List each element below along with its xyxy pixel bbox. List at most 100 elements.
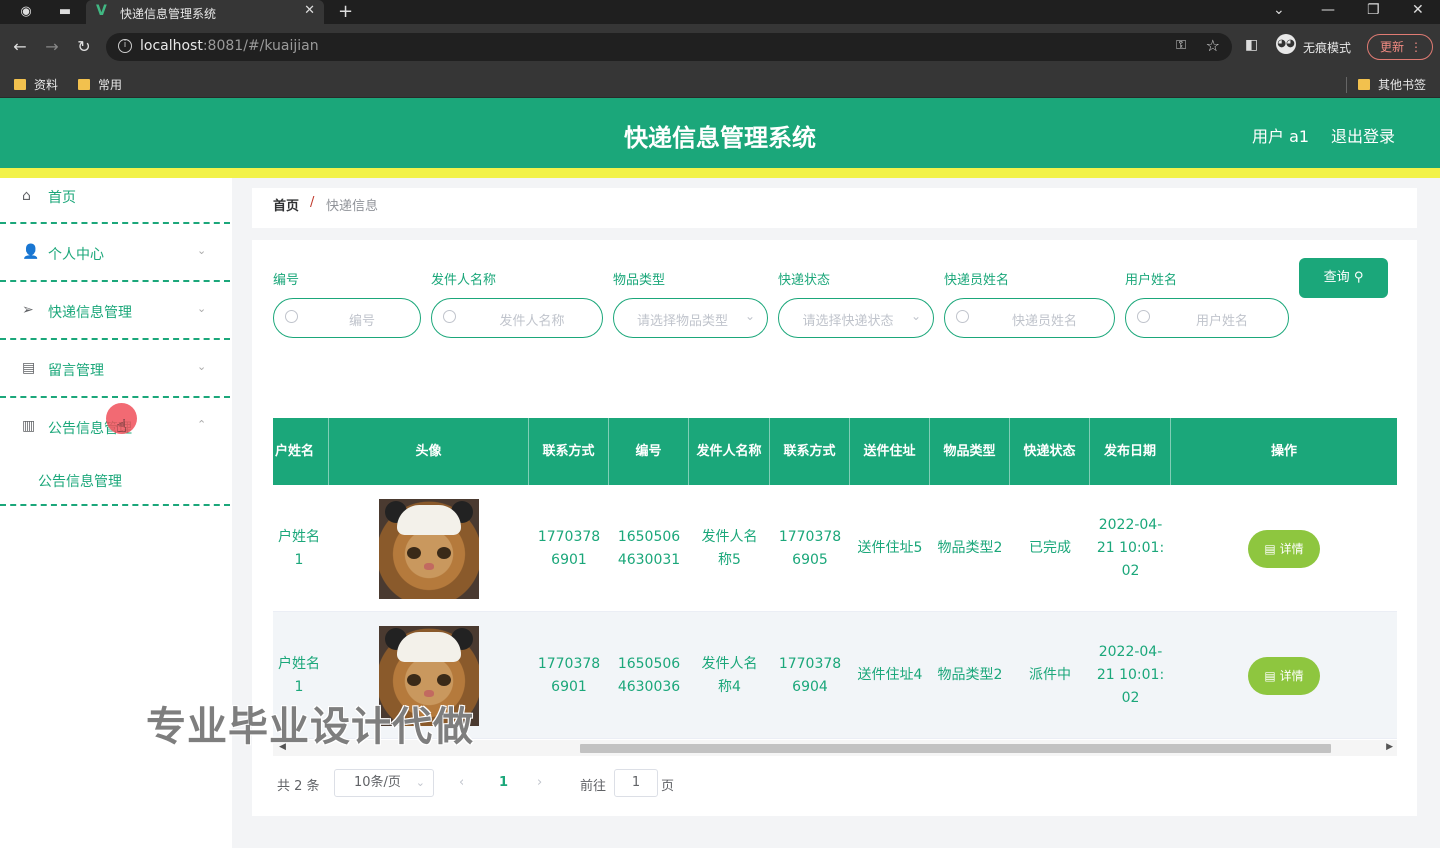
- reload-icon[interactable]: ↻: [74, 37, 94, 56]
- cell-avatar: [329, 485, 529, 612]
- sidebar-item-label: 快递信息管理: [48, 305, 132, 321]
- pagination-total: 共 2 条: [277, 779, 320, 794]
- page-number[interactable]: 1: [499, 775, 508, 790]
- folder-icon: [1358, 79, 1370, 90]
- cell-item-type: 物品类型2: [937, 540, 1003, 556]
- header-code[interactable]: 编号: [609, 418, 689, 485]
- logout-link[interactable]: 退出登录: [1331, 123, 1395, 147]
- system-title: 快递信息管理系统: [624, 124, 816, 152]
- bookmarks-bar: 资料 常用 其他书签: [0, 70, 1440, 98]
- next-page-icon[interactable]: ›: [537, 775, 542, 790]
- breadcrumb-home[interactable]: 首页: [273, 195, 299, 214]
- more-menu-icon: ⋮: [1410, 40, 1422, 54]
- code-input[interactable]: 编号: [273, 298, 421, 338]
- breadcrumb: 首页 / 快递信息: [252, 188, 1417, 228]
- cell-actions: ▤ 详情: [1171, 485, 1397, 612]
- bookmark-folder-other[interactable]: 其他书签: [1358, 76, 1426, 93]
- forward-icon[interactable]: →: [42, 37, 62, 56]
- chevron-down-icon: ⌄: [197, 360, 207, 373]
- sidebar-item-label: 首页: [48, 190, 76, 206]
- cell-phone: 17703786901: [537, 655, 601, 695]
- header-accent-bar: [0, 168, 1440, 178]
- tab-close-icon[interactable]: ✕: [304, 3, 315, 18]
- header-avatar[interactable]: 头像: [329, 418, 529, 485]
- prev-page-icon[interactable]: ‹: [459, 775, 464, 790]
- hand-cursor-icon: ☝: [116, 416, 127, 437]
- browser-tab[interactable]: V 快递信息管理系统 ✕: [86, 0, 324, 24]
- tab-list-chevron-icon[interactable]: ⌄: [1273, 2, 1285, 18]
- sender-placeholder: 发件人名称: [499, 314, 565, 329]
- status-placeholder: 请选择快递状态: [802, 314, 894, 329]
- scroll-right-icon[interactable]: ▶: [1386, 742, 1393, 752]
- detail-button[interactable]: ▤ 详情: [1248, 529, 1320, 568]
- current-user: 用户 a1: [1252, 127, 1310, 146]
- header-item-type[interactable]: 物品类型: [930, 418, 1010, 485]
- courier-placeholder: 快递员姓名: [1011, 314, 1077, 329]
- header-user-name[interactable]: 户姓名: [273, 418, 329, 485]
- breadcrumb-current: 快递信息: [326, 199, 379, 214]
- chevron-down-icon: ⌄: [415, 776, 425, 789]
- tab-search-icon[interactable]: ▬: [57, 4, 73, 20]
- detail-button[interactable]: ▤ 详情: [1248, 656, 1320, 695]
- scrollbar-thumb[interactable]: [580, 744, 1331, 753]
- sidebar-item-label: 留言管理: [48, 363, 104, 379]
- goto-page-input[interactable]: 1: [614, 769, 658, 797]
- tab-title: 快递信息管理系统: [120, 7, 217, 21]
- sidebar-item-message-management[interactable]: ▤ 留言管理 ⌄: [0, 340, 230, 398]
- close-window-icon[interactable]: ✕: [1412, 2, 1424, 18]
- filter-label-code: 编号: [273, 273, 300, 288]
- courier-input[interactable]: 快递员姓名: [944, 298, 1115, 338]
- chevron-down-icon: ⌄: [910, 309, 921, 323]
- page-size-select[interactable]: 10条/页 ⌄: [334, 769, 434, 797]
- chevron-down-icon: ⌄: [197, 244, 207, 257]
- filter-label-item-type: 物品类型: [613, 273, 666, 288]
- table-row: 户姓名1 17703786901 16505064630031 发件人名称5 1…: [273, 485, 1397, 612]
- cell-code: 16505064630031: [617, 528, 681, 568]
- incognito-icon[interactable]: ◕◕: [1276, 34, 1296, 54]
- item-type-select[interactable]: 请选择物品类型 ⌄: [613, 298, 768, 338]
- status-select[interactable]: 请选择快递状态 ⌄: [778, 298, 934, 338]
- cell-status: 派件中: [1029, 667, 1071, 683]
- home-icon: ⌂: [22, 188, 31, 204]
- password-key-icon[interactable]: ⚿: [1176, 38, 1186, 53]
- bookmark-star-icon[interactable]: ☆: [1206, 36, 1220, 55]
- sender-input[interactable]: 发件人名称: [431, 298, 603, 338]
- cell-sender: 发件人名称4: [701, 655, 758, 695]
- restore-icon[interactable]: ❐: [1367, 2, 1380, 18]
- site-info-icon[interactable]: i: [118, 39, 132, 53]
- query-button[interactable]: 查询 ⚲: [1299, 258, 1388, 298]
- update-button[interactable]: 更新 ⋮: [1367, 34, 1433, 60]
- browser-menu-icon[interactable]: ◉: [18, 4, 34, 20]
- cell-user-name: 户姓名1: [278, 528, 320, 568]
- header-date[interactable]: 发布日期: [1090, 418, 1171, 485]
- search-icon: ⚲: [1353, 270, 1364, 285]
- sidebar-toggle-icon[interactable]: ◧: [1245, 37, 1258, 53]
- cell-phone: 17703786901: [537, 528, 601, 568]
- bookmark-divider: [1346, 77, 1347, 93]
- cell-sender: 发件人名称5: [701, 528, 758, 568]
- sidebar-item-express-management[interactable]: ➢ 快递信息管理 ⌄: [0, 282, 230, 340]
- url-field[interactable]: i localhost:8081/#/kuaijian ⚿ ☆: [106, 33, 1232, 61]
- chevron-down-icon: ⌄: [197, 302, 207, 315]
- filter-label-sender: 发件人名称: [431, 273, 497, 288]
- submenu-notice-management[interactable]: 公告信息管理: [38, 471, 122, 491]
- bookmark-folder-resources[interactable]: 资料: [14, 76, 58, 93]
- header-sender-phone[interactable]: 联系方式: [770, 418, 850, 485]
- header-phone[interactable]: 联系方式: [529, 418, 609, 485]
- header-sender[interactable]: 发件人名称: [689, 418, 770, 485]
- filter-label-user: 用户姓名: [1125, 273, 1178, 288]
- back-icon[interactable]: ←: [10, 37, 30, 56]
- goto-label: 前往: [580, 779, 607, 794]
- new-tab-icon[interactable]: +: [338, 1, 353, 22]
- bookmark-folder-common[interactable]: 常用: [78, 76, 122, 93]
- goto-unit: 页: [661, 779, 675, 794]
- sidebar-item-home[interactable]: ⌂ 首页: [0, 178, 230, 224]
- header-address[interactable]: 送件住址: [850, 418, 930, 485]
- minimize-icon[interactable]: —: [1321, 2, 1335, 18]
- sidebar-item-personal-center[interactable]: 👤 个人中心 ⌄: [0, 224, 230, 282]
- filter-label-courier: 快递员姓名: [944, 273, 1010, 288]
- chart-icon: ▥: [22, 418, 36, 434]
- url-text: localhost:8081/#/kuaijian: [140, 38, 319, 54]
- header-status[interactable]: 快递状态: [1010, 418, 1090, 485]
- user-input[interactable]: 用户姓名: [1125, 298, 1289, 338]
